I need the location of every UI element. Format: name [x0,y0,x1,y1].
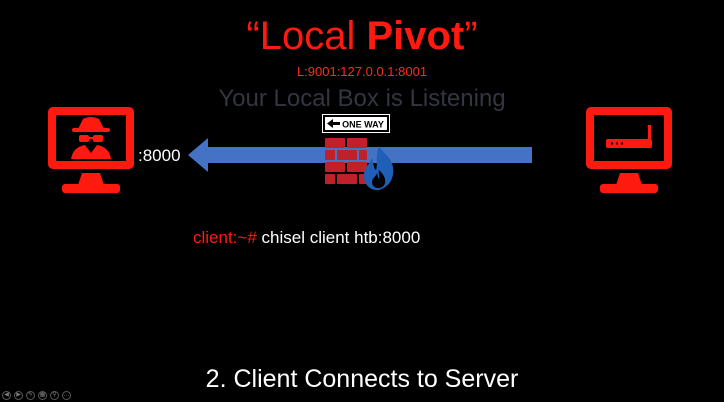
presenter-controls: ◀ ▶ ✎ ▦ ⚲ … [2,391,71,401]
prev-slide-control[interactable]: ◀ [2,391,11,400]
more-control[interactable]: … [62,391,71,400]
zoom-control[interactable]: ⚲ [50,391,59,400]
command-line: client:~# chisel client htb:8000 [193,227,420,249]
title-close-quote: ” [464,14,478,58]
command-text: chisel client htb:8000 [261,228,421,247]
one-way-sign-icon: ONE WAY [322,114,390,133]
slide-title: “Local Pivot” [0,12,724,60]
title-plain: “Local [246,14,367,58]
router-monitor-icon [586,107,672,193]
command-prompt: client:~# [193,228,262,247]
one-way-sign-text: ONE WAY [342,120,384,130]
listening-port-label: :8000 [138,146,181,165]
title-bold: Pivot [366,14,465,58]
firewall-icon [325,138,394,190]
step-caption: 2. Client Connects to Server [205,365,519,393]
slides-control[interactable]: ▦ [38,391,47,400]
next-slide-control[interactable]: ▶ [14,391,23,400]
hacker-monitor-icon [48,107,134,193]
pen-control[interactable]: ✎ [26,391,35,400]
slide: “Local Pivot” L:9001:127.0.0.1:8001 Your… [0,0,724,402]
slide-subtitle: L:9001:127.0.0.1:8001 [296,64,428,79]
